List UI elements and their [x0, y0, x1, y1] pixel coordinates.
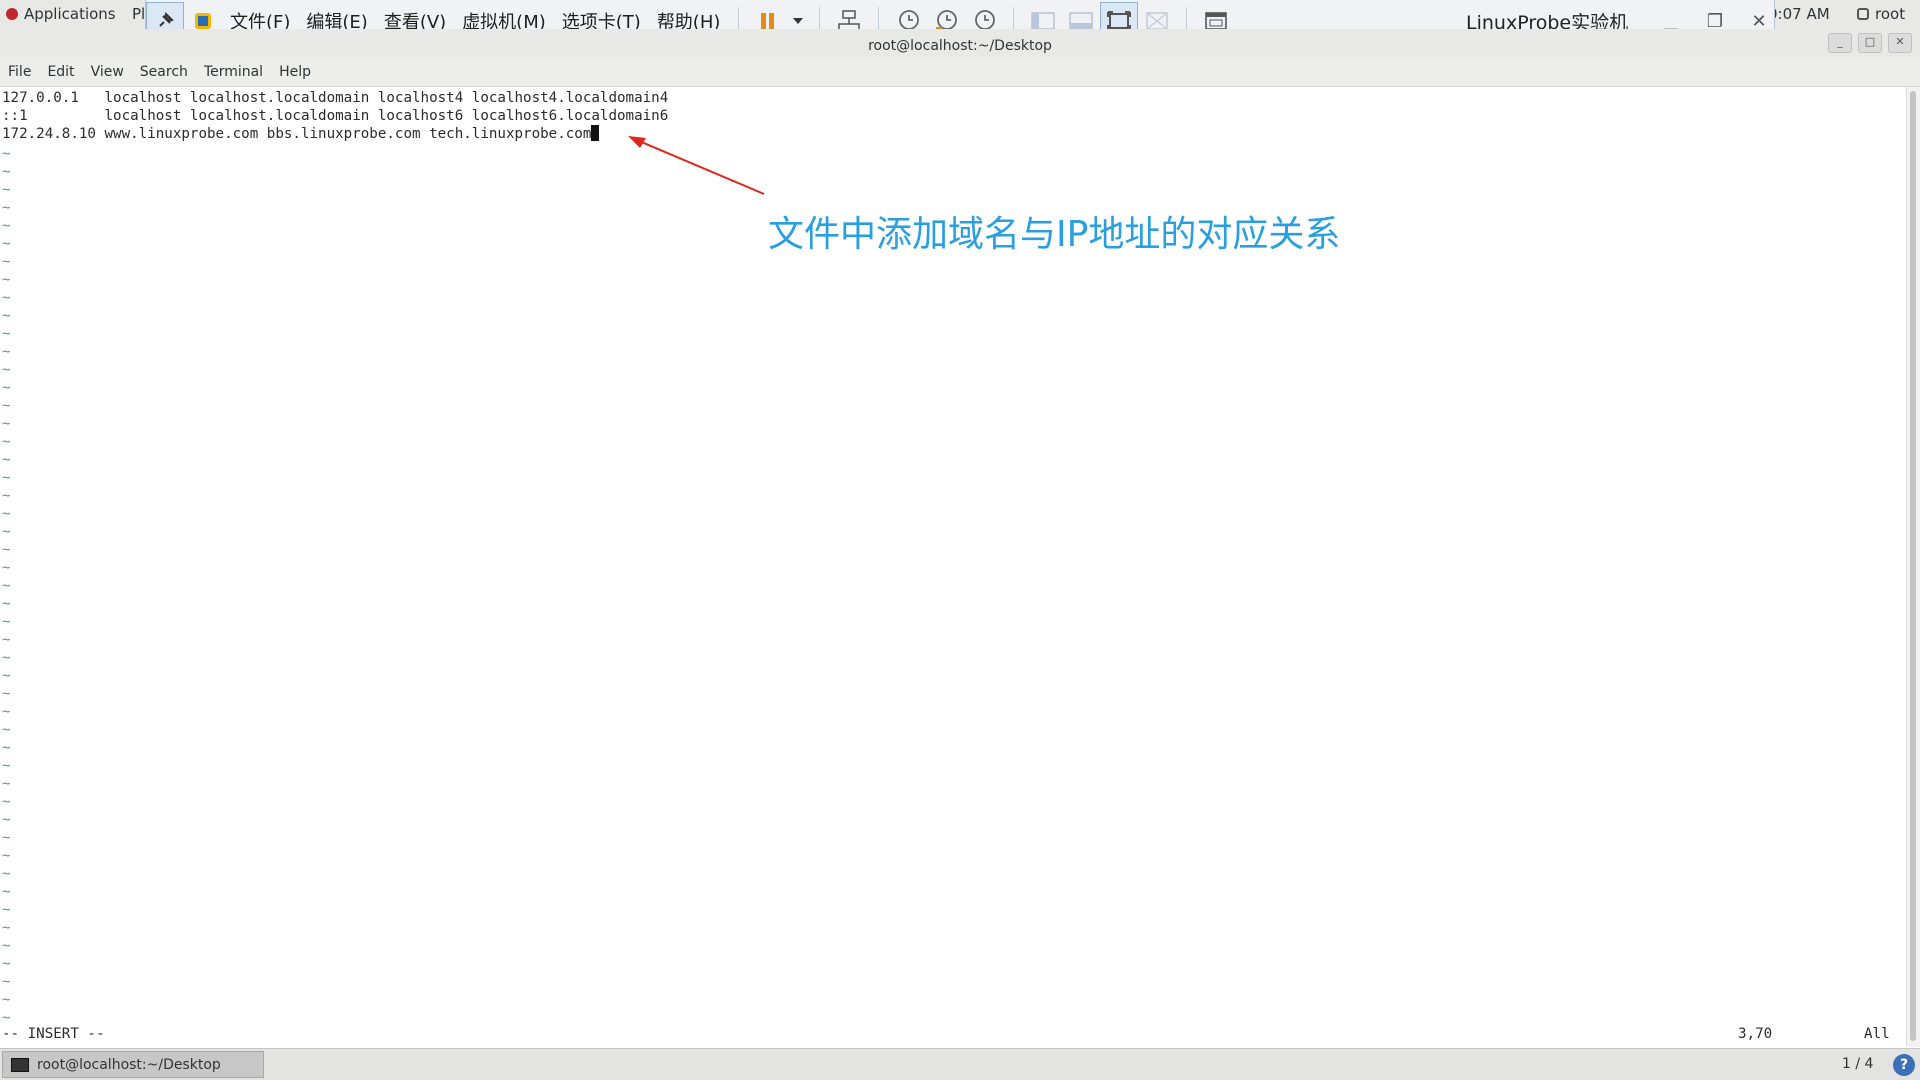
empty-line-tilde: ~: [2, 884, 11, 900]
empty-line-tilde: ~: [2, 578, 11, 594]
annotation-arrow: [628, 136, 765, 195]
taskbar-terminal-label: root@localhost:~/Desktop: [37, 1056, 221, 1073]
redhat-icon: [6, 8, 18, 20]
applications-menu[interactable]: Applications: [6, 5, 116, 23]
empty-line-tilde: ~: [2, 506, 11, 522]
empty-line-tilde: ~: [2, 254, 11, 270]
empty-line-tilde: ~: [2, 866, 11, 882]
empty-line-tilde: ~: [2, 938, 11, 954]
empty-line-tilde: ~: [2, 704, 11, 720]
hosts-line-1: 127.0.0.1 localhost localhost.localdomai…: [2, 90, 669, 106]
user-menu[interactable]: root: [1857, 5, 1905, 23]
empty-line-tilde: ~: [2, 380, 11, 396]
empty-line-tilde: ~: [2, 146, 11, 162]
empty-line-tilde: ~: [2, 722, 11, 738]
empty-line-tilde: ~: [2, 272, 11, 288]
empty-line-tilde: ~: [2, 902, 11, 918]
terminal-menu-edit[interactable]: Edit: [39, 64, 82, 80]
empty-line-tilde: ~: [2, 416, 11, 432]
empty-line-tilde: ~: [2, 362, 11, 378]
empty-line-tilde: ~: [2, 290, 11, 306]
empty-line-tilde: ~: [2, 668, 11, 684]
empty-line-tilde: ~: [2, 182, 11, 198]
terminal-maximize-button[interactable]: □: [1858, 33, 1882, 53]
empty-line-tilde: ~: [2, 308, 11, 324]
empty-line-tilde: ~: [2, 542, 11, 558]
empty-line-tilde: ~: [2, 956, 11, 972]
user-label: root: [1875, 5, 1906, 23]
taskbar: root@localhost:~/Desktop 1 / 4 ?: [0, 1048, 1920, 1080]
empty-line-tilde: ~: [2, 524, 11, 540]
empty-line-tilde: ~: [2, 560, 11, 576]
empty-line-tilde: ~: [2, 344, 11, 360]
terminal-menu-file[interactable]: File: [0, 64, 39, 80]
hosts-line-2: ::1 localhost localhost.localdomain loca…: [2, 108, 669, 124]
terminal-close-button[interactable]: ✕: [1888, 33, 1912, 53]
empty-line-tilde: ~: [2, 434, 11, 450]
terminal-menu-help[interactable]: Help: [271, 64, 319, 80]
cursor-position: 3,70: [1738, 1026, 1773, 1042]
terminal-menubar: File Edit View Search Terminal Help: [0, 57, 1920, 87]
applications-label: Applications: [24, 5, 116, 23]
empty-line-tilde: ~: [2, 758, 11, 774]
empty-line-tilde: ~: [2, 164, 11, 180]
empty-line-tilde: ~: [2, 452, 11, 468]
empty-line-tilde: ~: [2, 470, 11, 486]
vim-mode-indicator: -- INSERT --: [2, 1026, 105, 1042]
terminal-window-controls: _ □ ✕: [1828, 33, 1912, 53]
empty-line-tilde: ~: [2, 488, 11, 504]
terminal-menu-search[interactable]: Search: [132, 64, 196, 80]
empty-line-tilde: ~: [2, 650, 11, 666]
empty-line-tilde: ~: [2, 992, 11, 1008]
scrollbar-thumb[interactable]: [1910, 91, 1916, 1041]
empty-line-tilde: ~: [2, 848, 11, 864]
empty-line-tilde: ~: [2, 920, 11, 936]
clock[interactable]: 0:07 AM: [1768, 5, 1830, 23]
empty-line-tilde: ~: [2, 632, 11, 648]
annotation-text: 文件中添加域名与IP地址的对应关系: [768, 214, 1341, 255]
hosts-line-3: 172.24.8.10 www.linuxprobe.com bbs.linux…: [2, 125, 600, 143]
empty-line-tilde: ~: [2, 974, 11, 990]
taskbar-terminal-item[interactable]: root@localhost:~/Desktop: [2, 1051, 264, 1078]
terminal-menu-view[interactable]: View: [83, 64, 132, 80]
empty-line-tilde: ~: [2, 218, 11, 234]
empty-line-tilde: ~: [2, 326, 11, 342]
empty-line-tilde: ~: [2, 812, 11, 828]
text-cursor: [591, 125, 600, 141]
terminal-menu-terminal[interactable]: Terminal: [196, 64, 271, 80]
empty-line-tilde: ~: [2, 740, 11, 756]
empty-line-tilde: ~: [2, 236, 11, 252]
empty-line-tilde: ~: [2, 1010, 11, 1026]
terminal-scrollbar[interactable]: [1906, 87, 1920, 1047]
empty-line-tilde: ~: [2, 686, 11, 702]
places-menu[interactable]: Pl: [132, 5, 145, 23]
terminal-icon: [11, 1057, 29, 1072]
empty-line-tilde: ~: [2, 776, 11, 792]
workspace-indicator[interactable]: 1 / 4: [1842, 1056, 1873, 1072]
empty-line-tilde: ~: [2, 830, 11, 846]
terminal-title: root@localhost:~/Desktop: [0, 29, 1920, 57]
terminal-minimize-button[interactable]: _: [1828, 33, 1852, 53]
hosts-line-3-text: 172.24.8.10 www.linuxprobe.com bbs.linux…: [2, 126, 592, 142]
empty-line-tilde: ~: [2, 200, 11, 216]
user-icon: [1857, 8, 1869, 20]
empty-line-tilde: ~: [2, 794, 11, 810]
help-icon[interactable]: ?: [1893, 1054, 1915, 1076]
empty-line-tilde: ~: [2, 596, 11, 612]
scroll-position: All: [1864, 1026, 1890, 1042]
empty-line-tilde: ~: [2, 398, 11, 414]
chevron-down-icon: [793, 17, 804, 24]
empty-line-tilde: ~: [2, 614, 11, 630]
